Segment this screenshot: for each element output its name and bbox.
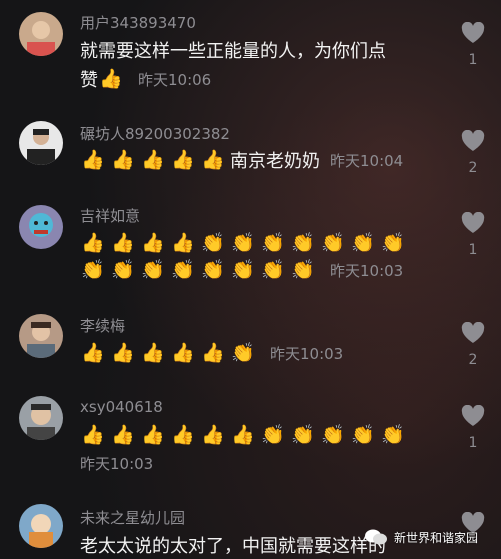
- comment-text-line: 赞 👍 昨天10:06: [80, 66, 211, 92]
- thumbs-up-emoji: 👍: [99, 68, 123, 90]
- clap-emoji: 👏: [111, 259, 135, 281]
- thumbs-up-emoji: 👍: [141, 424, 165, 446]
- like-count: 1: [468, 242, 478, 258]
- like-count: 1: [468, 52, 478, 68]
- comment-text: 老太太说的太对了，中国就需要这样的: [80, 536, 386, 557]
- like-button[interactable]: 1: [460, 212, 486, 258]
- thumbs-up-emoji: 👍: [141, 149, 165, 171]
- clap-emoji: 👏: [261, 259, 285, 281]
- avatar[interactable]: [19, 121, 63, 165]
- thumbs-up-emoji: 👍: [111, 232, 135, 254]
- clap-emoji: 👏: [231, 342, 255, 364]
- thumbs-up-emoji: 👍: [171, 342, 195, 364]
- comment-timestamp: 昨天10:06: [138, 70, 212, 89]
- comment-text: 南京老奶奶: [230, 151, 320, 172]
- clap-emoji: 👏: [231, 232, 255, 254]
- avatar[interactable]: [19, 12, 63, 56]
- like-button[interactable]: 1: [460, 405, 486, 451]
- comment-timestamp: 昨天10:03: [80, 454, 154, 473]
- clap-emoji: 👏: [291, 232, 315, 254]
- like-count: 1: [468, 435, 478, 451]
- avatar[interactable]: [19, 205, 63, 249]
- avatar[interactable]: [19, 396, 63, 440]
- watermark: 新世界和谐家园: [364, 528, 478, 546]
- comment-text: 赞: [80, 70, 98, 91]
- like-button[interactable]: 2: [460, 322, 486, 368]
- clap-emoji: 👏: [291, 424, 315, 446]
- clap-emoji: 👏: [321, 232, 345, 254]
- comment-text-line: 👍 👍 👍 👍 👍 👍 👏 👏 👏 👏 👏: [80, 422, 410, 448]
- clap-emoji: 👏: [201, 259, 225, 281]
- clap-emoji: 👏: [261, 424, 285, 446]
- comment-username[interactable]: 未来之星幼儿园: [80, 507, 185, 528]
- heart-icon: [461, 22, 485, 43]
- wechat-logo-icon: [365, 529, 387, 545]
- thumbs-up-emoji: 👍: [81, 424, 105, 446]
- clap-emoji: 👏: [321, 424, 345, 446]
- like-count: 2: [468, 160, 478, 176]
- comment-username[interactable]: 用户343893470: [80, 12, 196, 33]
- thumbs-up-emoji: 👍: [171, 232, 195, 254]
- clap-emoji: 👏: [381, 232, 405, 254]
- comment-username[interactable]: xsy040618: [80, 398, 163, 416]
- comment-timestamp: 昨天10:04: [330, 151, 404, 170]
- thumbs-up-emoji: 👍: [111, 424, 135, 446]
- comment-text-line: 就需要这样一些正能量的人，为你们点: [80, 37, 386, 63]
- clap-emoji: 👏: [201, 232, 225, 254]
- comment-timestamp: 昨天10:03: [270, 344, 344, 363]
- thumbs-up-emoji: 👍: [81, 342, 105, 364]
- clap-emoji: 👏: [261, 232, 285, 254]
- thumbs-up-emoji: 👍: [231, 424, 255, 446]
- comment-text-line: 老太太说的太对了，中国就需要这样的: [80, 532, 386, 558]
- clap-emoji: 👏: [351, 424, 375, 446]
- comment-username[interactable]: 吉祥如意: [80, 205, 140, 226]
- clap-emoji: 👏: [351, 232, 375, 254]
- thumbs-up-emoji: 👍: [171, 149, 195, 171]
- thumbs-up-emoji: 👍: [81, 149, 105, 171]
- thumbs-up-emoji: 👍: [141, 342, 165, 364]
- like-button[interactable]: 1: [460, 22, 486, 68]
- clap-emoji: 👏: [171, 259, 195, 281]
- avatar[interactable]: [19, 314, 63, 358]
- comment-timestamp: 昨天10:03: [330, 261, 404, 280]
- comment-text-line: 昨天10:03: [80, 450, 153, 476]
- heart-icon: [461, 212, 485, 233]
- like-button[interactable]: 2: [460, 130, 486, 176]
- heart-icon: [461, 322, 485, 343]
- watermark-text: 新世界和谐家园: [394, 530, 479, 545]
- thumbs-up-emoji: 👍: [201, 342, 225, 364]
- comment-text: 就需要这样一些正能量的人，为你们点: [80, 41, 386, 62]
- avatar[interactable]: [19, 504, 63, 548]
- comment-username[interactable]: 碾坊人89200302382: [80, 123, 230, 144]
- thumbs-up-emoji: 👍: [141, 232, 165, 254]
- clap-emoji: 👏: [141, 259, 165, 281]
- heart-icon: [461, 130, 485, 151]
- clap-emoji: 👏: [81, 259, 105, 281]
- like-count: 2: [468, 352, 478, 368]
- thumbs-up-emoji: 👍: [111, 342, 135, 364]
- comment-text-line: 👏 👏 👏 👏 👏 👏 👏 👏 昨天10:03: [80, 257, 403, 283]
- thumbs-up-emoji: 👍: [111, 149, 135, 171]
- thumbs-up-emoji: 👍: [171, 424, 195, 446]
- clap-emoji: 👏: [381, 424, 405, 446]
- thumbs-up-emoji: 👍: [201, 424, 225, 446]
- thumbs-up-emoji: 👍: [81, 232, 105, 254]
- comment-text-line: 👍 👍 👍 👍 👏 👏 👏 👏 👏 👏 👏: [80, 230, 410, 256]
- heart-icon: [461, 405, 485, 426]
- comment-username[interactable]: 李续梅: [80, 315, 125, 336]
- comment-text-line: 👍 👍 👍 👍 👍 👏 昨天10:03: [80, 340, 343, 366]
- clap-emoji: 👏: [231, 259, 255, 281]
- comment-text-line: 👍 👍 👍 👍 👍 南京老奶奶 昨天10:04: [80, 147, 403, 173]
- clap-emoji: 👏: [291, 259, 315, 281]
- thumbs-up-emoji: 👍: [201, 149, 225, 171]
